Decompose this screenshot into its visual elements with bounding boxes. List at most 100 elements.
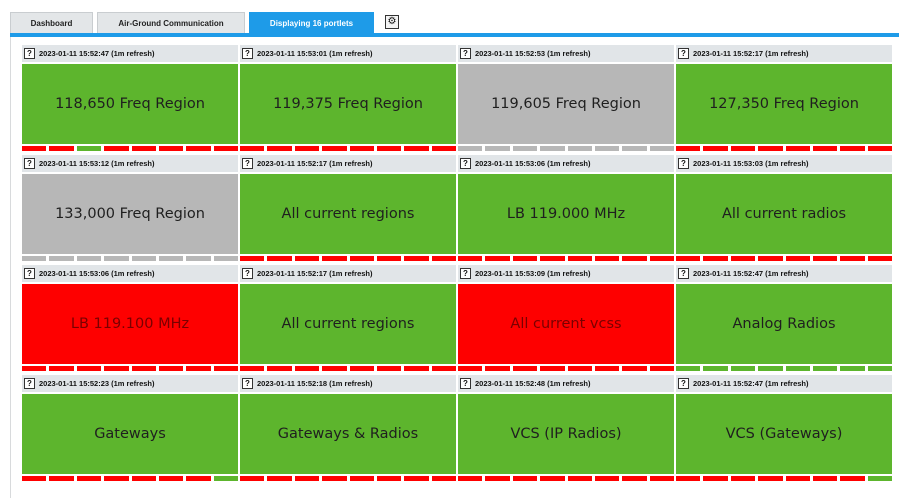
portlet-status-tile[interactable]: LB 119.100 MHz: [22, 284, 238, 364]
status-segment: [294, 146, 320, 151]
status-segment: [76, 366, 102, 371]
status-segment: [322, 256, 347, 261]
help-icon[interactable]: ?: [678, 158, 689, 169]
portlet-timestamp: 2023-01-11 15:52:47 (1m refresh): [39, 49, 155, 58]
portlet-status-tile[interactable]: 119,605 Freq Region: [458, 64, 674, 144]
portlet-header: ? 2023-01-11 15:52:17 (1m refresh): [676, 45, 892, 62]
portlet-segment-bar: [676, 256, 892, 261]
status-segment: [594, 476, 620, 481]
status-segment: [267, 256, 292, 261]
help-icon[interactable]: ?: [24, 158, 35, 169]
status-segment: [458, 256, 483, 261]
portlet-timestamp: 2023-01-11 15:53:09 (1m refresh): [475, 269, 591, 278]
status-segment: [131, 256, 156, 261]
portlet-status-tile[interactable]: 133,000 Freq Region: [22, 174, 238, 254]
portlet: ? 2023-01-11 15:53:01 (1m refresh) 119,375…: [240, 45, 456, 151]
portlet-header: ? 2023-01-11 15:53:03 (1m refresh): [676, 155, 892, 172]
status-segment: [376, 366, 402, 371]
status-segment: [158, 366, 184, 371]
portlet-status-tile[interactable]: VCS (Gateways): [676, 394, 892, 474]
help-icon[interactable]: ?: [460, 48, 471, 59]
status-segment: [758, 146, 783, 151]
tab-dashboard[interactable]: Dashboard: [10, 12, 93, 33]
portlet-timestamp: 2023-01-11 15:52:17 (1m refresh): [257, 269, 373, 278]
help-icon[interactable]: ?: [460, 378, 471, 389]
tab-displaying-portlets[interactable]: Displaying 16 portlets: [249, 12, 374, 33]
portlet-status-tile[interactable]: All current radios: [676, 174, 892, 254]
portlet-timestamp: 2023-01-11 15:52:17 (1m refresh): [693, 49, 809, 58]
status-segment: [294, 366, 320, 371]
portlet-status-tile[interactable]: Gateways: [22, 394, 238, 474]
portlet-status-tile[interactable]: 127,350 Freq Region: [676, 64, 892, 144]
status-segment: [186, 476, 211, 481]
status-segment: [49, 256, 74, 261]
portlet-segment-bar: [22, 256, 238, 261]
portlet: ? 2023-01-11 15:53:12 (1m refresh) 133,000…: [22, 155, 238, 261]
gear-icon[interactable]: ⚙: [385, 15, 399, 29]
status-segment: [131, 476, 156, 481]
help-icon[interactable]: ?: [24, 268, 35, 279]
portlet-status-tile[interactable]: All current regions: [240, 174, 456, 254]
portlet-status-tile[interactable]: Gateways & Radios: [240, 394, 456, 474]
status-segment: [676, 366, 701, 371]
status-segment: [649, 256, 674, 261]
status-segment: [240, 366, 265, 371]
status-segment: [676, 256, 701, 261]
help-icon[interactable]: ?: [24, 378, 35, 389]
help-icon[interactable]: ?: [242, 158, 253, 169]
status-segment: [840, 146, 865, 151]
help-icon[interactable]: ?: [678, 268, 689, 279]
portlet: ? 2023-01-11 15:52:17 (1m refresh) 127,350…: [676, 45, 892, 151]
portlet-segment-bar: [676, 366, 892, 371]
status-segment: [404, 146, 429, 151]
status-segment: [22, 146, 47, 151]
portlet: ? 2023-01-11 15:52:18 (1m refresh) Gateway…: [240, 375, 456, 481]
status-segment: [567, 366, 592, 371]
status-segment: [540, 256, 565, 261]
portlet-status-tile[interactable]: All current vcss: [458, 284, 674, 364]
status-segment: [676, 476, 701, 481]
portlet-status-tile[interactable]: Analog Radios: [676, 284, 892, 364]
status-segment: [322, 476, 347, 481]
portlet-status-tile[interactable]: 119,375 Freq Region: [240, 64, 456, 144]
status-segment: [104, 476, 129, 481]
help-icon[interactable]: ?: [242, 268, 253, 279]
status-segment: [22, 366, 47, 371]
status-segment: [485, 476, 510, 481]
portlet-status-tile[interactable]: LB 119.000 MHz: [458, 174, 674, 254]
status-segment: [812, 146, 838, 151]
portlet-header: ? 2023-01-11 15:52:47 (1m refresh): [676, 375, 892, 392]
portlet-status-tile[interactable]: 118,650 Freq Region: [22, 64, 238, 144]
portlet-timestamp: 2023-01-11 15:53:06 (1m refresh): [39, 269, 155, 278]
status-segment: [567, 256, 592, 261]
status-segment: [867, 146, 892, 151]
status-segment: [567, 146, 592, 151]
help-icon[interactable]: ?: [678, 48, 689, 59]
status-segment: [22, 256, 47, 261]
portlet-segment-bar: [240, 146, 456, 151]
help-icon[interactable]: ?: [460, 158, 471, 169]
portlet-segment-bar: [22, 146, 238, 151]
help-icon[interactable]: ?: [242, 48, 253, 59]
status-segment: [594, 146, 620, 151]
status-segment: [349, 146, 374, 151]
portlet-segment-bar: [458, 476, 674, 481]
help-icon[interactable]: ?: [242, 378, 253, 389]
status-segment: [76, 146, 102, 151]
portlet-timestamp: 2023-01-11 15:52:48 (1m refresh): [475, 379, 591, 388]
tab-air-ground-communication[interactable]: Air-Ground Communication: [97, 12, 245, 33]
status-segment: [730, 146, 756, 151]
portlet-status-tile[interactable]: VCS (IP Radios): [458, 394, 674, 474]
help-icon[interactable]: ?: [678, 378, 689, 389]
help-icon[interactable]: ?: [460, 268, 471, 279]
portlet-header: ? 2023-01-11 15:52:48 (1m refresh): [458, 375, 674, 392]
portlet-timestamp: 2023-01-11 15:53:06 (1m refresh): [475, 159, 591, 168]
status-segment: [322, 146, 347, 151]
status-segment: [131, 146, 156, 151]
status-segment: [431, 146, 456, 151]
portlet-status-tile[interactable]: All current regions: [240, 284, 456, 364]
status-segment: [158, 146, 184, 151]
status-segment: [867, 476, 892, 481]
portlet-segment-bar: [22, 366, 238, 371]
help-icon[interactable]: ?: [24, 48, 35, 59]
